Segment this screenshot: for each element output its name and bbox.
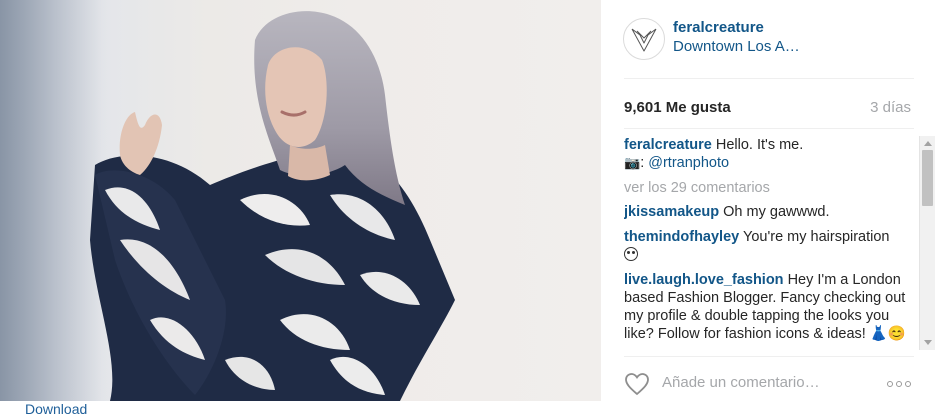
post-header: feralcreature Downtown Los A… [601, 0, 936, 78]
add-comment-input[interactable] [662, 374, 862, 391]
download-bar [0, 401, 601, 420]
caption-text: Hello. It's me. [715, 137, 804, 153]
like-count[interactable]: 9,601 Me gusta [624, 99, 731, 116]
download-link[interactable]: Download [25, 401, 87, 418]
comment-item: live.laugh.love_fashion Hey I'm a London… [624, 271, 918, 343]
comment-item: jkissamakeup Oh my gawwwd. [624, 203, 918, 221]
post-time[interactable]: 3 días [870, 99, 911, 116]
post-details-panel: feralcreature Downtown Los A… 9,601 Me g… [601, 0, 936, 420]
caption-mention[interactable]: @rtranphoto [648, 155, 729, 171]
header-divider [624, 78, 914, 79]
comments-list: feralcreature Hello. It's me. 📷: @rtranp… [624, 136, 918, 350]
caption: feralcreature Hello. It's me. 📷: @rtranp… [624, 136, 918, 172]
photo-illustration [0, 0, 455, 401]
scroll-up-arrow-icon[interactable] [924, 141, 932, 146]
comment-username[interactable]: live.laugh.love_fashion [624, 272, 784, 288]
comment-text: You're my hairspiration [743, 229, 890, 245]
likes-divider [624, 128, 914, 129]
post-location[interactable]: Downtown Los A… [673, 38, 800, 55]
option-dot [887, 381, 893, 387]
scroll-thumb[interactable] [922, 150, 933, 206]
caption-credit-prefix: : [640, 155, 645, 171]
comment-username[interactable]: jkissamakeup [624, 204, 719, 220]
option-dot [905, 381, 911, 387]
post-username[interactable]: feralcreature [673, 19, 764, 36]
option-dot [896, 381, 902, 387]
view-all-comments-link[interactable]: ver los 29 comentarios [624, 179, 918, 197]
comments-divider [624, 356, 914, 357]
comment-username[interactable]: themindofhayley [624, 229, 739, 245]
scroll-down-arrow-icon[interactable] [924, 340, 932, 345]
post-photo[interactable] [0, 0, 601, 401]
heart-icon[interactable] [624, 372, 650, 396]
comments-scrollbar[interactable] [919, 136, 935, 350]
comment-text: Oh my gawwwd. [723, 204, 830, 220]
more-options-icon[interactable] [887, 381, 911, 387]
camera-icon: 📷 [624, 155, 641, 170]
wolf-logo-icon[interactable] [623, 18, 665, 60]
comment-item: themindofhayley You're my hairspiration [624, 228, 918, 264]
caption-username[interactable]: feralcreature [624, 137, 712, 153]
face-emoji-icon [624, 247, 638, 261]
